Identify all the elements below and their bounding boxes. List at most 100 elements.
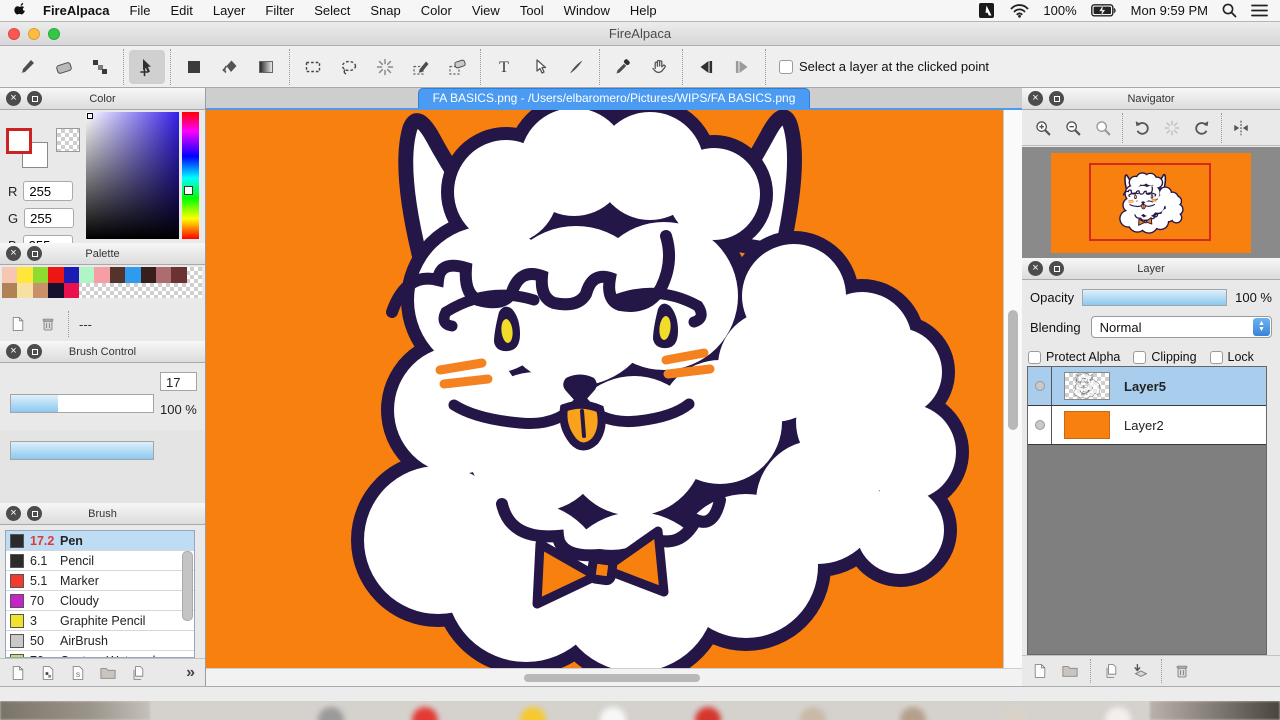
divide-tool-button[interactable] bbox=[558, 50, 594, 84]
hue-slider[interactable] bbox=[182, 112, 199, 239]
brush-list-scrollbar[interactable] bbox=[182, 551, 193, 621]
select-pen-tool-button[interactable] bbox=[403, 50, 439, 84]
lasso-tool-button[interactable] bbox=[331, 50, 367, 84]
sv-picker-marker[interactable] bbox=[87, 113, 93, 119]
visibility-dot-icon[interactable] bbox=[1035, 381, 1045, 391]
palette-swatch[interactable] bbox=[2, 267, 17, 283]
palette-swatch[interactable] bbox=[48, 267, 63, 283]
add-brush-button[interactable] bbox=[8, 663, 28, 683]
menu-color[interactable]: Color bbox=[411, 3, 462, 18]
palette-swatch[interactable] bbox=[110, 267, 125, 283]
dock-app-icon[interactable] bbox=[1105, 707, 1131, 720]
brush-folder-button[interactable] bbox=[98, 663, 118, 683]
detach-window-icon[interactable] bbox=[27, 506, 42, 521]
canvas-viewport[interactable] bbox=[206, 110, 1003, 668]
brush-item[interactable]: 5.1Marker bbox=[6, 571, 194, 591]
brush-item[interactable]: 17.2Pen bbox=[6, 531, 194, 551]
dock-app-icon[interactable] bbox=[520, 707, 546, 720]
canvas-vertical-scrollbar[interactable] bbox=[1003, 110, 1022, 668]
merge-layer-button[interactable] bbox=[1131, 661, 1151, 681]
rotate-cw-button[interactable] bbox=[1187, 114, 1217, 142]
palette-swatch[interactable] bbox=[171, 267, 186, 283]
brush-item[interactable]: 70Custom Watercolor bbox=[6, 651, 194, 658]
menu-app-name[interactable]: FireAlpaca bbox=[33, 3, 119, 18]
wifi-icon[interactable] bbox=[1010, 4, 1029, 18]
close-icon[interactable]: × bbox=[6, 91, 21, 106]
duplicate-brush-button[interactable] bbox=[128, 663, 148, 683]
spotlight-search-icon[interactable] bbox=[1222, 3, 1237, 18]
delete-palette-color-button[interactable] bbox=[38, 314, 58, 334]
menu-layer[interactable]: Layer bbox=[203, 3, 256, 18]
select-layer-option[interactable]: Select a layer at the clicked point bbox=[779, 59, 989, 74]
eraser-tool-button[interactable] bbox=[46, 50, 82, 84]
layer-row[interactable]: Layer5 bbox=[1028, 367, 1266, 406]
palette-swatch[interactable] bbox=[141, 267, 156, 283]
dock-app-icon[interactable] bbox=[800, 707, 826, 720]
add-layer-button[interactable] bbox=[1030, 661, 1050, 681]
close-icon[interactable]: × bbox=[1028, 261, 1043, 276]
dock-app-icon[interactable] bbox=[900, 707, 926, 720]
close-icon[interactable]: × bbox=[6, 506, 21, 521]
layer-visibility-cell[interactable] bbox=[1028, 406, 1052, 444]
operation-tool-button[interactable] bbox=[522, 50, 558, 84]
macos-dock[interactable] bbox=[0, 701, 1280, 720]
zoom-reset-button[interactable] bbox=[1088, 114, 1118, 142]
brush-size-slider[interactable] bbox=[10, 394, 154, 413]
close-icon[interactable]: × bbox=[6, 246, 21, 261]
rectangle-select-tool-button[interactable] bbox=[295, 50, 331, 84]
brush-item[interactable]: 70Cloudy bbox=[6, 591, 194, 611]
window-title-bar[interactable]: FireAlpaca bbox=[0, 22, 1280, 46]
foreground-color-swatch[interactable] bbox=[6, 128, 32, 154]
palette-swatch[interactable] bbox=[156, 267, 171, 283]
document-tab[interactable]: FA BASICS.png - /Users/elbaromero/Pictur… bbox=[418, 88, 811, 108]
pen-tool-button[interactable] bbox=[10, 50, 46, 84]
add-layer-folder-button[interactable] bbox=[1060, 661, 1080, 681]
blending-dropdown[interactable]: Normal ▲▼ bbox=[1091, 316, 1272, 338]
palette-swatch-grid[interactable] bbox=[2, 267, 202, 298]
detach-window-icon[interactable] bbox=[1049, 91, 1064, 106]
dock-app-icon[interactable] bbox=[1000, 707, 1026, 720]
layer-visibility-cell[interactable] bbox=[1028, 367, 1052, 405]
dot-tool-button[interactable] bbox=[82, 50, 118, 84]
close-icon[interactable]: × bbox=[6, 344, 21, 359]
brush-size-value[interactable]: 17 bbox=[160, 372, 197, 391]
navigator-viewport-rect[interactable] bbox=[1089, 163, 1211, 241]
brush-item[interactable]: 3Graphite Pencil bbox=[6, 611, 194, 631]
protect-alpha-checkbox[interactable] bbox=[1028, 351, 1041, 364]
apple-icon[interactable] bbox=[14, 3, 29, 18]
creative-cloud-menu-icon[interactable] bbox=[979, 3, 996, 18]
more-brushes-chevron[interactable]: » bbox=[186, 664, 195, 682]
zoom-in-button[interactable] bbox=[1028, 114, 1058, 142]
palette-swatch[interactable] bbox=[79, 267, 94, 283]
green-channel-input[interactable] bbox=[24, 208, 74, 228]
hue-slider-marker[interactable] bbox=[184, 186, 193, 195]
palette-swatch[interactable] bbox=[64, 283, 79, 299]
hand-tool-button[interactable] bbox=[641, 50, 677, 84]
saturation-value-picker[interactable] bbox=[86, 112, 179, 239]
palette-swatch[interactable] bbox=[17, 283, 32, 299]
menu-clock[interactable]: Mon 9:59 PM bbox=[1131, 3, 1208, 18]
bucket-tool-button[interactable] bbox=[212, 50, 248, 84]
brush-list[interactable]: 17.2Pen 6.1Pencil 5.1Marker 70Cloudy 3Gr… bbox=[5, 530, 195, 658]
add-script-brush-button[interactable]: S bbox=[68, 663, 88, 683]
add-palette-color-button[interactable] bbox=[8, 314, 28, 334]
canvas-horizontal-scrollbar[interactable] bbox=[206, 668, 1022, 686]
layer-opacity-slider[interactable] bbox=[1082, 289, 1227, 306]
move-tool-button[interactable] bbox=[129, 50, 165, 84]
layer-list[interactable]: Layer5 Layer2 bbox=[1027, 366, 1267, 655]
palette-swatch[interactable] bbox=[64, 267, 79, 283]
dock-app-icon[interactable] bbox=[412, 707, 438, 720]
brush-item[interactable]: 6.1Pencil bbox=[6, 551, 194, 571]
lock-checkbox[interactable] bbox=[1210, 351, 1223, 364]
clipping-checkbox[interactable] bbox=[1133, 351, 1146, 364]
delete-layer-button[interactable] bbox=[1172, 661, 1192, 681]
detach-window-icon[interactable] bbox=[27, 246, 42, 261]
vertical-scroll-thumb[interactable] bbox=[1008, 310, 1018, 430]
gradient-tool-button[interactable] bbox=[248, 50, 284, 84]
palette-swatch[interactable] bbox=[33, 267, 48, 283]
dock-app-icon[interactable] bbox=[695, 707, 721, 720]
red-channel-input[interactable] bbox=[23, 181, 73, 201]
palette-swatch[interactable] bbox=[48, 283, 63, 299]
dock-app-icon[interactable] bbox=[600, 707, 626, 720]
menu-view[interactable]: View bbox=[462, 3, 510, 18]
